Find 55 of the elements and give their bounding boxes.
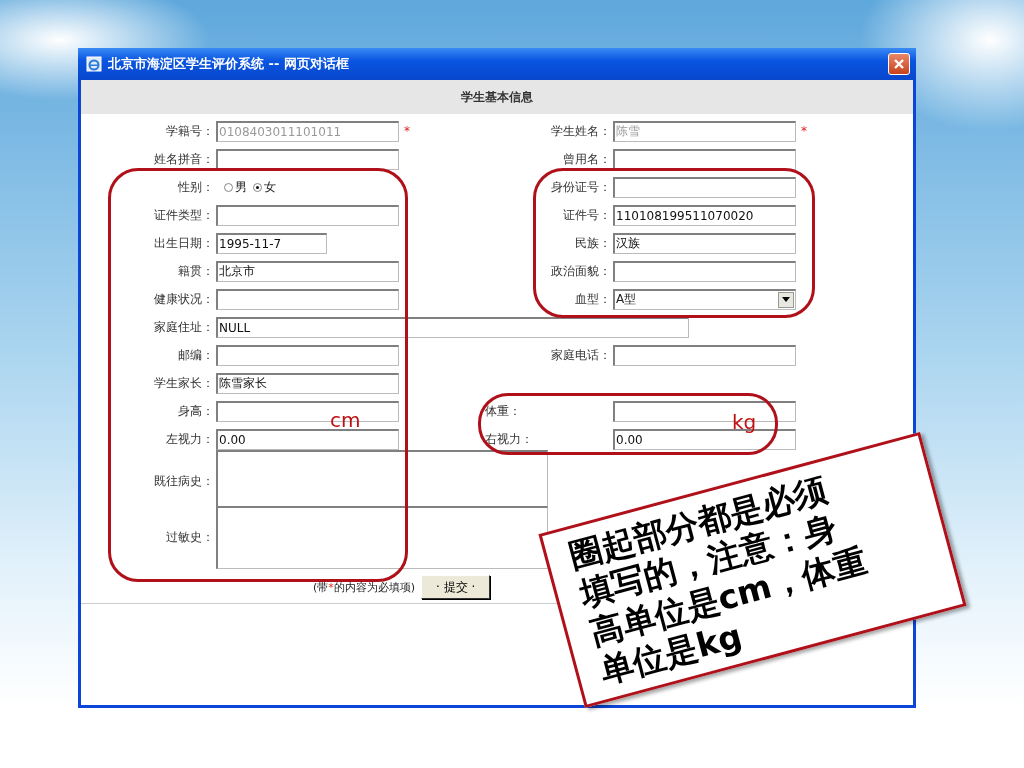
input-field[interactable]: 110108199511070020 [613, 204, 796, 226]
field-label: 政治面貌： [551, 262, 612, 280]
input-field[interactable] [613, 260, 796, 282]
close-button[interactable] [888, 53, 910, 75]
input-field[interactable]: 北京市 [216, 260, 399, 282]
input-field[interactable] [216, 204, 399, 226]
input-field[interactable] [216, 148, 399, 170]
close-icon [893, 58, 905, 70]
field-label: 左视力： [166, 430, 215, 448]
input-field[interactable]: 汉族 [613, 232, 796, 254]
input-field[interactable]: NULL [216, 316, 689, 338]
field-label: 证件号： [563, 206, 612, 224]
field-label: 籍贯： [178, 262, 215, 280]
field-label: 出生日期： [154, 234, 215, 252]
field-label: 学生姓名： [551, 122, 612, 140]
field-label: 证件类型： [154, 206, 215, 224]
field-label: 身份证号： [551, 178, 612, 196]
field-label: 右视力： [484, 430, 534, 448]
input-field[interactable]: 陈雪家长 [216, 372, 399, 394]
field-label: 家庭住址： [154, 318, 215, 336]
input-field[interactable] [613, 176, 796, 198]
form-heading: 学生基本信息 [81, 80, 913, 114]
field-label: 家庭电话： [551, 346, 612, 364]
field-label: 曾用名： [563, 150, 612, 168]
unit-label: cm [330, 411, 361, 429]
input-field[interactable] [216, 344, 399, 366]
radio-option[interactable]: 男 [224, 178, 247, 196]
radio-option[interactable]: 女 [253, 178, 276, 196]
caret-icon [782, 297, 790, 302]
field-label: 体重： [484, 402, 522, 420]
required-note: (带*的内容为必填项) [313, 579, 416, 595]
field-label: 邮编： [178, 346, 215, 364]
input-field[interactable]: 1995-11-7 [216, 232, 327, 254]
field-label: 过敏史： [166, 528, 215, 546]
field-label: 既往病史： [154, 472, 215, 490]
field-label: 学生家长： [154, 374, 215, 392]
field-label: 民族： [575, 234, 612, 252]
field-label: 学籍号： [166, 122, 215, 140]
field-label: 性别： [178, 178, 215, 196]
field-label: 健康状况： [154, 290, 215, 308]
input-field[interactable] [216, 288, 399, 310]
input-field[interactable] [613, 344, 796, 366]
browser-icon [86, 56, 102, 72]
field-label: 身高： [178, 402, 215, 420]
dropdown[interactable]: A型 [613, 288, 796, 310]
input-field[interactable] [613, 148, 796, 170]
submit-button[interactable]: · 提交 · [421, 575, 491, 599]
window-title: 北京市海淀区学生评价系统 -- 网页对话框 [108, 55, 350, 73]
text-area[interactable] [216, 505, 548, 569]
required-mark: * [800, 124, 808, 138]
input-field[interactable]: 0.00 [216, 428, 399, 450]
field-label: 姓名拼音： [154, 150, 215, 168]
unit-label: kg [732, 413, 757, 431]
field-label: 血型： [575, 290, 612, 308]
required-mark: * [403, 124, 411, 138]
